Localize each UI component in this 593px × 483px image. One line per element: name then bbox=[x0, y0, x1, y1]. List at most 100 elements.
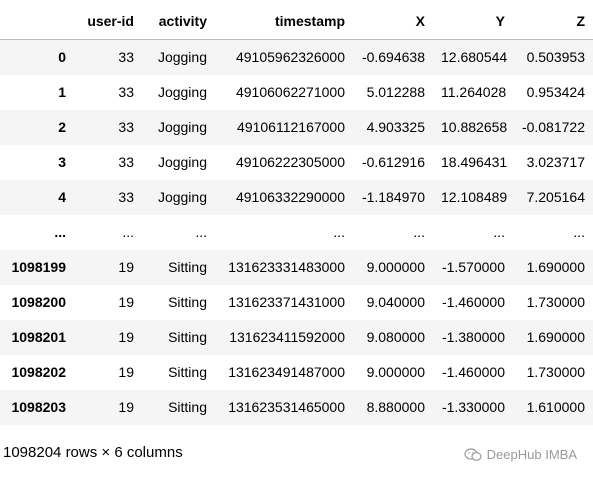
cell-y: 18.496431 bbox=[441, 154, 508, 170]
cell-timestamp: 49106062271000 bbox=[235, 84, 345, 100]
row-index: ... bbox=[54, 224, 66, 240]
cell-x: -0.694638 bbox=[361, 49, 425, 65]
cell-y: -1.380000 bbox=[441, 329, 505, 345]
cell-timestamp: 131623411592000 bbox=[229, 329, 345, 345]
cell-timestamp: 49106332290000 bbox=[235, 189, 345, 205]
table-row: 4 33 Jogging 49106332290000 -1.184970 12.1084… bbox=[0, 180, 593, 215]
cell-activity: Jogging bbox=[157, 189, 207, 205]
cell-z: 1.730000 bbox=[526, 364, 585, 380]
cell-activity: Jogging bbox=[157, 49, 207, 65]
cell-z: 0.503953 bbox=[526, 49, 585, 65]
cell-y: -1.570000 bbox=[441, 259, 505, 275]
wechat-icon bbox=[464, 447, 482, 461]
cell-y: -1.330000 bbox=[441, 399, 505, 415]
cell-timestamp: 131623491487000 bbox=[228, 364, 345, 380]
cell-x: 9.000000 bbox=[366, 259, 425, 275]
cell-timestamp: 49106222305000 bbox=[235, 154, 345, 170]
cell-activity: Jogging bbox=[157, 154, 207, 170]
column-header-x: X bbox=[353, 4, 433, 40]
dataframe-shape-text: 1098204 rows × 6 columns bbox=[3, 444, 183, 461]
column-header-timestamp: timestamp bbox=[215, 4, 353, 40]
cell-user-id: 19 bbox=[118, 259, 134, 275]
cell-activity: ... bbox=[195, 224, 207, 240]
table-row: 0 33 Jogging 49105962326000 -0.694638 12.6805… bbox=[0, 39, 593, 75]
row-index: 4 bbox=[58, 189, 66, 205]
row-index: 1098201 bbox=[11, 329, 66, 345]
table-row: 1098203 19 Sitting 131623531465000 8.880000-… bbox=[0, 390, 593, 425]
header-row: user-id activity timestamp X Y Z bbox=[0, 4, 593, 40]
cell-z: 0.953424 bbox=[526, 84, 585, 100]
cell-activity: Jogging bbox=[157, 119, 207, 135]
cell-x: 9.080000 bbox=[366, 329, 425, 345]
cell-x: ... bbox=[413, 224, 425, 240]
column-header-y: Y bbox=[433, 4, 513, 40]
cell-activity: Jogging bbox=[157, 84, 207, 100]
cell-timestamp: 131623331483000 bbox=[228, 259, 345, 275]
cell-z: 1.690000 bbox=[526, 259, 585, 275]
cell-z: ... bbox=[573, 224, 585, 240]
cell-y: 11.264028 bbox=[441, 84, 507, 100]
cell-x: 9.040000 bbox=[366, 294, 425, 310]
cell-timestamp: 49105962326000 bbox=[235, 49, 345, 65]
row-index: 1 bbox=[58, 84, 66, 100]
cell-user-id: 33 bbox=[118, 154, 134, 170]
column-header-user-id: user-id bbox=[74, 4, 142, 40]
cell-user-id: 33 bbox=[118, 84, 134, 100]
cell-z: 3.023717 bbox=[526, 154, 585, 170]
cell-timestamp: 49106112167000 bbox=[237, 119, 345, 135]
table-row: 1098202 19 Sitting 131623491487000 9.000000-… bbox=[0, 355, 593, 390]
cell-activity: Sitting bbox=[168, 329, 207, 345]
dataframe-table: user-id activity timestamp X Y Z 0 33 Jogg… bbox=[0, 4, 593, 425]
cell-x: 8.880000 bbox=[366, 399, 425, 415]
cell-x: -0.612916 bbox=[361, 154, 425, 170]
table-row: 2 33 Jogging 49106112167000 4.903325 10.88265… bbox=[0, 110, 593, 145]
dataframe-output: user-id activity timestamp X Y Z 0 33 Jogg… bbox=[0, 4, 593, 425]
table-row: 3 33 Jogging 49106222305000 -0.612916 18.4964… bbox=[0, 145, 593, 180]
row-index: 2 bbox=[58, 119, 66, 135]
cell-y: -1.460000 bbox=[441, 364, 505, 380]
cell-timestamp: 131623531465000 bbox=[228, 399, 345, 415]
column-header-z: Z bbox=[513, 4, 593, 40]
table-row: ..................... bbox=[0, 215, 593, 250]
table-row: 1098200 19 Sitting 131623371431000 9.040000-… bbox=[0, 285, 593, 320]
cell-x: -1.184970 bbox=[361, 189, 425, 205]
cell-timestamp: ... bbox=[333, 224, 345, 240]
column-header-activity: activity bbox=[142, 4, 215, 40]
cell-x: 4.903325 bbox=[366, 119, 425, 135]
cell-activity: Sitting bbox=[168, 399, 207, 415]
cell-activity: Sitting bbox=[168, 294, 207, 310]
row-index: 1098199 bbox=[11, 259, 66, 275]
cell-activity: Sitting bbox=[168, 364, 207, 380]
row-index: 1098202 bbox=[11, 364, 66, 380]
cell-timestamp: 131623371431000 bbox=[228, 294, 345, 310]
index-header bbox=[0, 4, 74, 40]
cell-user-id: 33 bbox=[118, 189, 134, 205]
row-index: 3 bbox=[58, 154, 66, 170]
table-row: 1 33 Jogging 49106062271000 5.012288 11.26402… bbox=[0, 75, 593, 110]
cell-z: 7.205164 bbox=[526, 189, 585, 205]
cell-activity: Sitting bbox=[168, 259, 207, 275]
row-index: 1098200 bbox=[11, 294, 66, 310]
cell-user-id: 19 bbox=[118, 399, 134, 415]
cell-y: 10.882658 bbox=[441, 119, 508, 135]
cell-z: -0.081722 bbox=[521, 119, 585, 135]
cell-z: 1.610000 bbox=[526, 399, 585, 415]
cell-user-id: 33 bbox=[118, 119, 134, 135]
cell-user-id: 33 bbox=[118, 49, 134, 65]
cell-z: 1.690000 bbox=[526, 329, 585, 345]
row-index: 0 bbox=[58, 49, 66, 65]
cell-y: 12.680544 bbox=[441, 49, 508, 65]
cell-x: 5.012288 bbox=[366, 84, 425, 100]
cell-y: ... bbox=[493, 224, 505, 240]
cell-user-id: ... bbox=[122, 224, 134, 240]
cell-user-id: 19 bbox=[118, 364, 134, 380]
table-row: 1098199 19 Sitting 131623331483000 9.000000-… bbox=[0, 250, 593, 285]
cell-user-id: 19 bbox=[118, 294, 134, 310]
table-row: 1098201 19 Sitting 131623411592000 9.080000-… bbox=[0, 320, 593, 355]
row-index: 1098203 bbox=[11, 399, 66, 415]
cell-y: -1.460000 bbox=[441, 294, 505, 310]
cell-x: 9.000000 bbox=[366, 364, 425, 380]
cell-y: 12.108489 bbox=[441, 189, 508, 205]
cell-user-id: 19 bbox=[118, 329, 134, 345]
watermark-text: DeepHub IMBA bbox=[486, 447, 577, 462]
